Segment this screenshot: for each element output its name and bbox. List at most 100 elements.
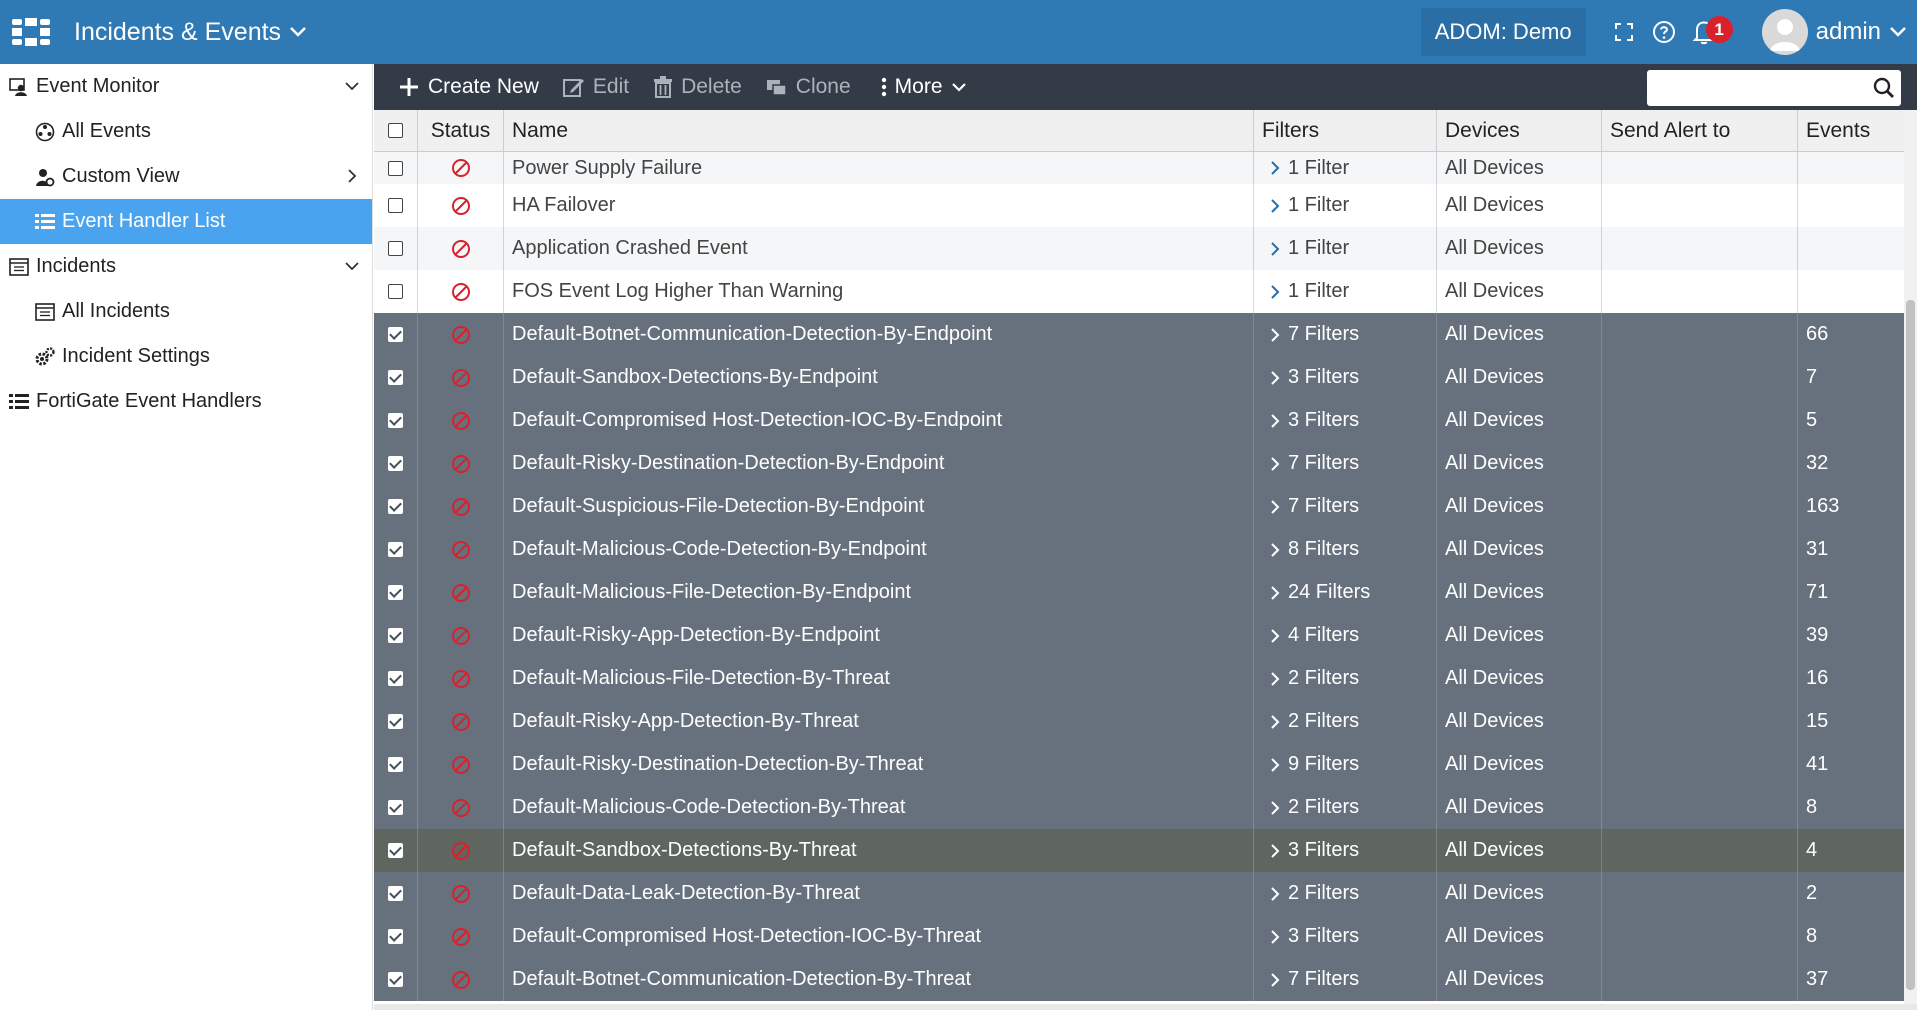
table-row[interactable]: HA Failover 1 Filter All Devices <box>374 184 1904 227</box>
row-checkbox-cell[interactable] <box>374 614 418 657</box>
row-checkbox[interactable] <box>388 886 403 901</box>
column-header-send-alert-to[interactable]: Send Alert to <box>1602 110 1798 151</box>
row-checkbox[interactable] <box>388 843 403 858</box>
column-header-status[interactable]: Status <box>418 110 504 151</box>
table-row[interactable]: Default-Botnet-Communication-Detection-B… <box>374 313 1904 356</box>
clone-button[interactable]: Clone <box>754 64 863 110</box>
row-checkbox-cell[interactable] <box>374 528 418 571</box>
row-checkbox-cell[interactable] <box>374 958 418 1001</box>
row-checkbox[interactable] <box>388 671 403 686</box>
row-checkbox[interactable] <box>388 456 403 471</box>
chevron-right-icon[interactable] <box>1270 160 1280 176</box>
chevron-right-icon[interactable] <box>1270 327 1280 343</box>
row-checkbox-cell[interactable] <box>374 485 418 528</box>
row-checkbox[interactable] <box>388 241 403 256</box>
sidebar-item-event-monitor[interactable]: Event Monitor <box>0 64 372 109</box>
row-checkbox-cell[interactable] <box>374 313 418 356</box>
table-row[interactable]: Default-Compromised Host-Detection-IOC-B… <box>374 399 1904 442</box>
handler-name[interactable]: Default-Compromised Host-Detection-IOC-B… <box>504 399 1254 442</box>
chevron-right-icon[interactable] <box>1270 886 1280 902</box>
filters-cell[interactable]: 7 Filters <box>1254 485 1437 528</box>
sidebar-item-incident-settings[interactable]: Incident Settings <box>0 334 372 379</box>
row-checkbox[interactable] <box>388 327 403 342</box>
app-title-dropdown[interactable]: Incidents & Events <box>74 18 307 47</box>
handler-name[interactable]: Application Crashed Event <box>504 227 1254 270</box>
select-all-checkbox-cell[interactable] <box>374 110 418 151</box>
filters-cell[interactable]: 2 Filters <box>1254 700 1437 743</box>
filters-cell[interactable]: 8 Filters <box>1254 528 1437 571</box>
handler-name[interactable]: Default-Risky-Destination-Detection-By-T… <box>504 743 1254 786</box>
chevron-right-icon[interactable] <box>1270 585 1280 601</box>
table-row[interactable]: Default-Risky-App-Detection-By-Endpoint … <box>374 614 1904 657</box>
row-checkbox-cell[interactable] <box>374 743 418 786</box>
handler-name[interactable]: Default-Botnet-Communication-Detection-B… <box>504 958 1254 1001</box>
user-menu[interactable]: admin <box>1761 9 1907 55</box>
row-checkbox[interactable] <box>388 929 403 944</box>
chevron-right-icon[interactable] <box>1270 757 1280 773</box>
table-row[interactable]: Default-Malicious-File-Detection-By-Thre… <box>374 657 1904 700</box>
filters-cell[interactable]: 1 Filter <box>1254 152 1437 184</box>
handler-name[interactable]: Default-Compromised Host-Detection-IOC-B… <box>504 915 1254 958</box>
table-row[interactable]: Default-Risky-App-Detection-By-Threat 2 … <box>374 700 1904 743</box>
filters-cell[interactable]: 1 Filter <box>1254 270 1437 313</box>
search-input[interactable] <box>1653 72 1863 104</box>
handler-name[interactable]: Default-Sandbox-Detections-By-Threat <box>504 829 1254 872</box>
table-row[interactable]: Default-Malicious-Code-Detection-By-Endp… <box>374 528 1904 571</box>
chevron-right-icon[interactable] <box>1270 370 1280 386</box>
adom-button[interactable]: ADOM: Demo <box>1420 8 1586 56</box>
row-checkbox[interactable] <box>388 499 403 514</box>
row-checkbox-cell[interactable] <box>374 915 418 958</box>
edit-button[interactable]: Edit <box>551 64 641 110</box>
sidebar-item-custom-view[interactable]: Custom View <box>0 154 372 199</box>
row-checkbox-cell[interactable] <box>374 872 418 915</box>
handler-name[interactable]: HA Failover <box>504 184 1254 227</box>
filters-cell[interactable]: 9 Filters <box>1254 743 1437 786</box>
table-row[interactable]: Power Supply Failure 1 Filter All Device… <box>374 152 1904 184</box>
row-checkbox[interactable] <box>388 972 403 987</box>
row-checkbox[interactable] <box>388 585 403 600</box>
handler-name[interactable]: Default-Risky-Destination-Detection-By-E… <box>504 442 1254 485</box>
row-checkbox-cell[interactable] <box>374 227 418 270</box>
row-checkbox[interactable] <box>388 198 403 213</box>
row-checkbox[interactable] <box>388 757 403 772</box>
chevron-right-icon[interactable] <box>1270 413 1280 429</box>
chevron-right-icon[interactable] <box>1270 241 1280 257</box>
handler-name[interactable]: Default-Botnet-Communication-Detection-B… <box>504 313 1254 356</box>
chevron-right-icon[interactable] <box>1270 456 1280 472</box>
delete-button[interactable]: Delete <box>641 64 754 110</box>
table-row[interactable]: FOS Event Log Higher Than Warning 1 Filt… <box>374 270 1904 313</box>
filters-cell[interactable]: 2 Filters <box>1254 786 1437 829</box>
row-checkbox[interactable] <box>388 413 403 428</box>
sidebar-item-incidents[interactable]: Incidents <box>0 244 372 289</box>
chevron-right-icon[interactable] <box>1270 671 1280 687</box>
more-dropdown[interactable]: More <box>869 64 979 110</box>
column-header-devices[interactable]: Devices <box>1437 110 1602 151</box>
filters-cell[interactable]: 3 Filters <box>1254 356 1437 399</box>
column-header-filters[interactable]: Filters <box>1254 110 1437 151</box>
table-row[interactable]: Default-Botnet-Communication-Detection-B… <box>374 958 1904 1001</box>
filters-cell[interactable]: 2 Filters <box>1254 872 1437 915</box>
notifications-button[interactable]: 1 <box>1684 12 1740 52</box>
sidebar-item-all-events[interactable]: All Events <box>0 109 372 154</box>
table-row[interactable]: Default-Sandbox-Detections-By-Endpoint 3… <box>374 356 1904 399</box>
filters-cell[interactable]: 7 Filters <box>1254 442 1437 485</box>
table-row[interactable]: Default-Data-Leak-Detection-By-Threat 2 … <box>374 872 1904 915</box>
sidebar-item-event-handler-list[interactable]: Event Handler List <box>0 199 372 244</box>
row-checkbox-cell[interactable] <box>374 700 418 743</box>
handler-name[interactable]: Default-Malicious-File-Detection-By-Endp… <box>504 571 1254 614</box>
filters-cell[interactable]: 3 Filters <box>1254 829 1437 872</box>
sidebar-item-all-incidents[interactable]: All Incidents <box>0 289 372 334</box>
row-checkbox[interactable] <box>388 714 403 729</box>
handler-name[interactable]: Default-Risky-App-Detection-By-Threat <box>504 700 1254 743</box>
handler-name[interactable]: Default-Malicious-Code-Detection-By-Endp… <box>504 528 1254 571</box>
row-checkbox-cell[interactable] <box>374 657 418 700</box>
table-row[interactable]: Default-Malicious-File-Detection-By-Endp… <box>374 571 1904 614</box>
table-row[interactable]: Default-Risky-Destination-Detection-By-T… <box>374 743 1904 786</box>
handler-name[interactable]: Power Supply Failure <box>504 152 1254 184</box>
column-header-events[interactable]: Events <box>1798 110 1904 151</box>
table-row[interactable]: Default-Sandbox-Detections-By-Threat 3 F… <box>374 829 1904 872</box>
row-checkbox-cell[interactable] <box>374 829 418 872</box>
filters-cell[interactable]: 1 Filter <box>1254 227 1437 270</box>
chevron-right-icon[interactable] <box>1270 714 1280 730</box>
row-checkbox[interactable] <box>388 160 403 176</box>
